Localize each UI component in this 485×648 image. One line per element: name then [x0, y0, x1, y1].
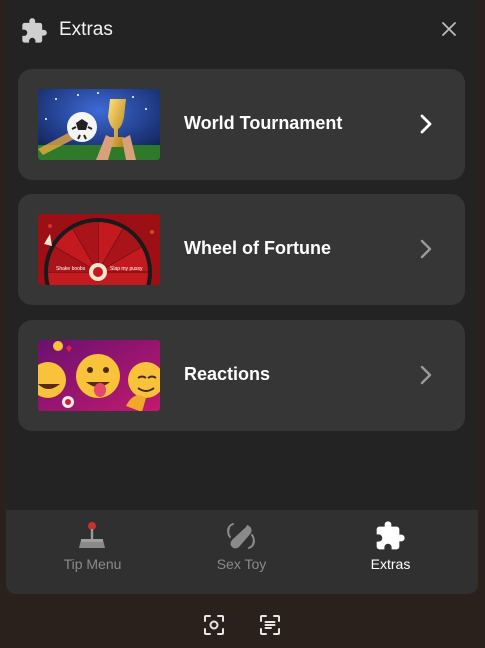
card-label: Wheel of Fortune	[184, 238, 331, 258]
wheel-slot-text: Slap my pussy	[110, 266, 143, 272]
wheel-slot-text: Shake boobs	[56, 266, 86, 272]
document-icon[interactable]	[258, 613, 282, 637]
chevron-right-icon	[420, 365, 432, 385]
card-label: Reactions	[184, 364, 271, 384]
chevron-right-icon	[420, 239, 432, 259]
emoji-reactions-thumbnail	[38, 340, 160, 411]
tab-label: Extras	[370, 556, 411, 572]
prize-wheel-thumbnail: Shake boobs Slap my pussy	[38, 214, 160, 285]
tab-label: Sex Toy	[216, 556, 267, 572]
panel-title: Extras	[59, 19, 113, 40]
vibrator-icon	[227, 523, 255, 549]
extras-panel: Extras World Tournament Shake boobs Slap…	[6, 0, 478, 594]
soccer-trophy-thumbnail	[38, 89, 160, 160]
bottom-tab-bar: Tip Menu Sex Toy Extras	[6, 510, 478, 594]
tab-extras[interactable]: Extras	[312, 510, 469, 594]
puzzle-icon	[376, 521, 405, 550]
joystick-icon	[79, 522, 105, 548]
tab-sex-toy[interactable]: Sex Toy	[163, 510, 320, 594]
panel-header: Extras	[6, 0, 478, 62]
tab-tip-menu[interactable]: Tip Menu	[14, 510, 171, 594]
tab-label: Tip Menu	[63, 556, 122, 572]
card-label: World Tournament	[184, 113, 343, 133]
screenshot-icon[interactable]	[202, 613, 226, 637]
card-reactions[interactable]: Reactions	[18, 320, 465, 431]
card-wheel-of-fortune[interactable]: Shake boobs Slap my pussy Wheel of Fortu…	[18, 194, 465, 305]
close-icon[interactable]	[438, 18, 460, 40]
card-world-tournament[interactable]: World Tournament	[18, 69, 465, 180]
chevron-right-icon	[420, 114, 432, 134]
puzzle-icon	[22, 18, 47, 43]
